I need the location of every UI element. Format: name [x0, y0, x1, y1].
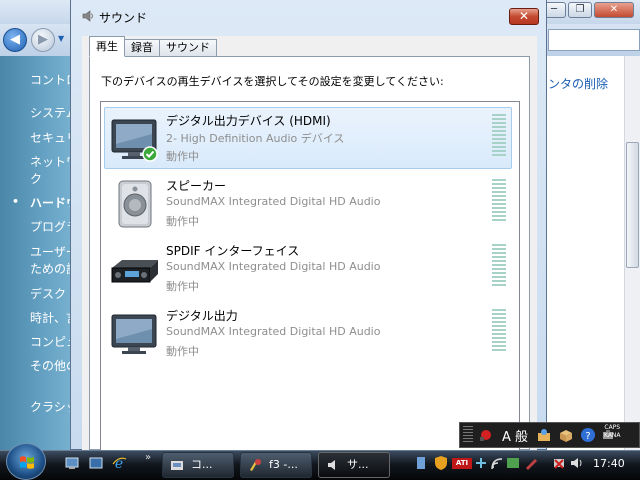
sidebar-item[interactable]: コントロ — [30, 72, 70, 88]
taskbar-button-paint[interactable]: f3 -... — [240, 452, 312, 478]
tab-strip: 再生 録音 サウンド — [89, 36, 217, 57]
sidebar-item[interactable]: セキュリ — [30, 130, 70, 146]
control-panel-content — [546, 56, 624, 450]
drag-handle[interactable] — [463, 426, 473, 444]
recent-pages-dropdown-icon[interactable]: ▼ — [58, 34, 64, 43]
volume-meter — [492, 179, 506, 221]
tab-recording[interactable]: 録音 — [124, 39, 160, 57]
device-name: SPDIF インターフェイス — [166, 244, 300, 258]
device-status: 動作中 — [166, 215, 199, 228]
caps-label: CAPS — [604, 424, 621, 431]
volume-meter — [492, 244, 506, 286]
playback-device-list[interactable]: デジタル出力デバイス (HDMI) 2- High Definition Aud… — [100, 101, 520, 451]
maximize-button[interactable]: ❐ — [568, 2, 592, 18]
clock[interactable]: 17:40 — [593, 457, 625, 470]
bluetooth-icon[interactable] — [474, 455, 488, 471]
svg-text:?: ? — [585, 431, 590, 442]
device-status: 動作中 — [166, 345, 199, 358]
device-status: 動作中 — [166, 150, 199, 163]
taskbar-button-control-panel[interactable]: コ... — [162, 452, 234, 478]
sidebar-item[interactable]: ユーザー — [30, 244, 70, 260]
dialog-titlebar[interactable]: サウンド ✕ — [71, 0, 546, 34]
device-driver: 2- High Definition Audio デバイス — [166, 132, 345, 145]
control-panel-icon — [171, 461, 183, 470]
device-status: 動作中 — [166, 280, 199, 293]
forward-button[interactable]: ▶ — [31, 28, 55, 52]
tab-playback[interactable]: 再生 — [89, 36, 125, 57]
volume-meter — [492, 114, 506, 156]
spdif-receiver-icon — [111, 260, 158, 283]
sidebar-item[interactable]: ネットワ — [30, 154, 70, 170]
quick-launch-expand-icon[interactable]: » — [145, 452, 151, 463]
sidebar-item[interactable]: ための設 — [30, 261, 70, 277]
utility-icon[interactable] — [524, 455, 538, 471]
windows-logo-icon — [20, 456, 34, 469]
speaker-icon — [328, 460, 335, 470]
switch-windows-icon[interactable] — [88, 455, 104, 471]
tab-sounds[interactable]: サウンド — [159, 39, 217, 57]
speaker-icon — [118, 180, 152, 228]
device-name: デジタル出力デバイス (HDMI) — [166, 114, 331, 128]
sidebar-item[interactable]: その他の — [30, 358, 70, 374]
internet-explorer-icon[interactable]: e — [111, 455, 127, 471]
sidebar-item[interactable]: システム — [30, 105, 70, 121]
sidebar-item[interactable]: ハードウ — [30, 195, 70, 211]
input-mode-indicator[interactable]: A 般 — [502, 426, 528, 445]
monitor-default-icon — [111, 119, 158, 162]
sidebar-item[interactable]: クラシッ — [30, 399, 70, 415]
search-input[interactable] — [548, 29, 640, 51]
instruction-text: 下のデバイスの再生デバイスを選択してその設定を変更してください: — [101, 75, 444, 88]
dictionary-icon[interactable] — [558, 427, 574, 443]
back-button[interactable]: ◀ — [3, 28, 27, 52]
device-item-digital-output[interactable]: デジタル出力 SoundMAX Integrated Digital HD Au… — [104, 302, 512, 364]
sidebar-item[interactable]: コンピュ — [30, 334, 70, 350]
sidebar-item[interactable]: ク — [30, 171, 70, 187]
volume-icon[interactable] — [570, 455, 584, 471]
device-name: デジタル出力 — [166, 309, 238, 323]
taskbar-button-label: コ... — [191, 458, 213, 471]
speaker-icon — [82, 10, 93, 22]
vertical-scrollbar[interactable] — [624, 56, 640, 450]
taskbar-button-label: サ... — [347, 458, 369, 471]
windows-sidebar-icon[interactable] — [506, 455, 520, 471]
tool-icon[interactable] — [536, 427, 552, 443]
ati-catalyst-icon[interactable]: ATI — [452, 458, 472, 469]
device-name: スピーカー — [166, 179, 227, 193]
taskbar-button-label: f3 -... — [269, 458, 298, 471]
sidebar-bullet-icon: • — [12, 195, 20, 208]
help-icon[interactable]: ? — [580, 427, 596, 443]
security-shield-icon[interactable] — [434, 455, 448, 471]
caps-kana-indicator: CAPS KANA — [604, 424, 621, 440]
dialog-title: サウンド — [99, 11, 148, 25]
scrollbar-thumb[interactable] — [626, 142, 639, 268]
dialog-close-button[interactable]: ✕ — [509, 8, 539, 25]
device-driver: SoundMAX Integrated Digital HD Audio — [166, 260, 381, 273]
playback-tab-panel: 下のデバイスの再生デバイスを選択してその設定を変更してください: デジタル出力デ… — [89, 56, 530, 451]
monitor-icon — [111, 314, 157, 354]
device-item-spdif[interactable]: SPDIF インターフェイス SoundMAX Integrated Digit… — [104, 237, 512, 299]
paint-icon — [250, 459, 261, 471]
taskbar-button-sound[interactable]: サ... — [318, 452, 390, 478]
sound-dialog: サウンド ✕ 再生 録音 サウンド 下のデバイスの再生デバイスを選択してその設定… — [70, 0, 547, 451]
remove-printer-link[interactable]: ンタの削除 — [548, 75, 608, 92]
device-driver: SoundMAX Integrated Digital HD Audio — [166, 325, 381, 338]
wireless-signal-icon[interactable] — [490, 455, 504, 471]
close-button[interactable]: ✕ — [594, 2, 634, 18]
network-disconnected-icon[interactable] — [552, 455, 566, 471]
volume-meter — [492, 309, 506, 351]
device-driver: SoundMAX Integrated Digital HD Audio — [166, 195, 381, 208]
dialog-body: 再生 録音 サウンド 下のデバイスの再生デバイスを選択してその設定を変更してくだ… — [82, 36, 537, 451]
network-adapter-icon[interactable] — [414, 455, 428, 471]
sidebar-item[interactable]: プログラ — [30, 219, 70, 235]
ime-status-icon[interactable] — [478, 427, 494, 443]
window-controls: ─ ❐ ✕ — [542, 2, 634, 18]
kana-label: KANA — [604, 432, 621, 439]
device-item-speakers[interactable]: スピーカー SoundMAX Integrated Digital HD Aud… — [104, 172, 512, 234]
show-desktop-icon[interactable] — [64, 455, 80, 471]
device-item-hdmi[interactable]: デジタル出力デバイス (HDMI) 2- High Definition Aud… — [104, 107, 512, 169]
sidebar-item[interactable]: デスク — [30, 286, 70, 302]
sidebar-item[interactable]: 時計、言 — [30, 310, 70, 326]
start-button[interactable] — [6, 443, 46, 480]
